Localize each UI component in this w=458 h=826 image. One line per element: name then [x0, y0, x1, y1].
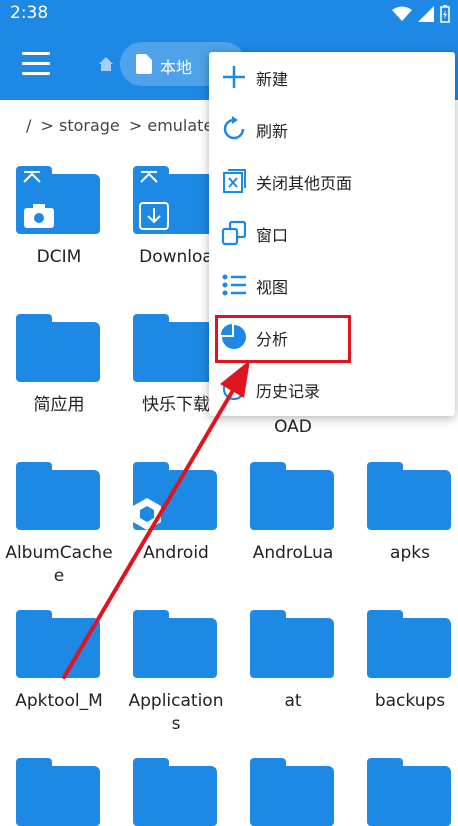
annotation-arrow-icon	[62, 360, 250, 679]
